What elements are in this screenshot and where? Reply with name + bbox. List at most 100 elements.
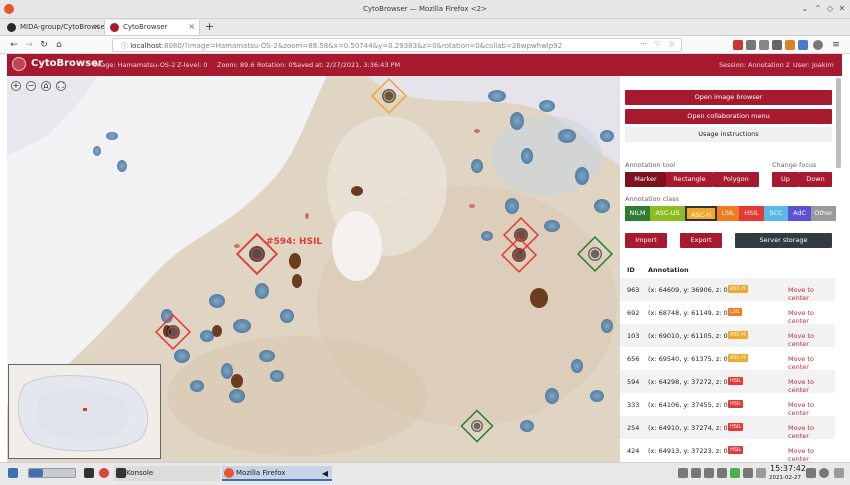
move-to-center-link[interactable]: Move to center	[788, 332, 835, 348]
fullscreen-button[interactable]: ⛶	[56, 81, 66, 91]
move-to-center-link[interactable]: Move to center	[788, 401, 835, 417]
table-row[interactable]: 594 (x: 64298, y: 37272, z: 0) HSIL Move to…	[620, 370, 835, 394]
desktop-1-indicator[interactable]	[29, 469, 43, 477]
taskbar-konsole[interactable]: Konsole	[114, 466, 220, 481]
clock-time[interactable]: 15:37:42	[770, 464, 806, 473]
image-name: Image: Hamamatsu-OS-2	[93, 61, 176, 69]
show-desktop-icon[interactable]	[834, 468, 844, 478]
row-id: 254	[627, 424, 640, 432]
display-icon[interactable]	[717, 468, 727, 478]
move-to-center-link[interactable]: Move to center	[788, 424, 835, 440]
tab-cytobrowser[interactable]: CytoBrowser ×	[104, 20, 200, 35]
keyboard-layout-icon[interactable]	[730, 468, 740, 478]
library-icon[interactable]	[746, 40, 756, 50]
close-tab-icon[interactable]: ×	[93, 22, 100, 31]
table-row[interactable]: 254 (x: 64910, y: 37274, z: 0) HSIL Move to…	[620, 416, 835, 440]
app-launcher-icon[interactable]	[8, 468, 18, 478]
move-to-center-link[interactable]: Move to center	[788, 378, 835, 394]
col-annotation-header: Annotation	[648, 266, 689, 274]
wifi-icon[interactable]	[743, 468, 753, 478]
expand-tray-icon[interactable]	[756, 468, 766, 478]
tool-polygon-button[interactable]: Polygon	[713, 172, 759, 187]
table-row[interactable]: 963 (x: 64609, y: 36906, z: 0) ASC-H Move t…	[620, 278, 835, 302]
url-host: localhost	[130, 42, 162, 50]
move-to-center-link[interactable]: Move to center	[788, 286, 835, 302]
move-to-center-link[interactable]: Move to center	[788, 309, 835, 325]
sidebar-icon[interactable]	[759, 40, 769, 50]
table-row[interactable]: 103 (x: 69010, y: 61105, z: 0) ASC-H Move t…	[620, 324, 835, 348]
focus-down-button[interactable]: Down	[799, 172, 832, 187]
chrome-icon[interactable]	[99, 468, 109, 478]
move-to-center-link[interactable]: Move to center	[788, 355, 835, 371]
power-icon[interactable]	[819, 468, 829, 478]
row-coordinates: (x: 64298, y: 37272, z: 0)	[648, 378, 731, 386]
row-coordinates: (x: 64106, y: 37455, z: 0)	[648, 401, 731, 409]
clock-date[interactable]: 2021-02-27	[769, 474, 801, 482]
import-button[interactable]: Import	[625, 233, 667, 248]
class-ascus-button[interactable]: ASC-US	[650, 206, 685, 221]
export-button[interactable]: Export	[680, 233, 722, 248]
taskbar-firefox[interactable]: Mozilla Firefox ◀	[222, 466, 332, 481]
close-tab-icon[interactable]: ×	[188, 22, 195, 31]
usage-instructions-button[interactable]: Usage instructions	[625, 127, 832, 142]
reload-button[interactable]: ↻	[38, 39, 50, 51]
terminal-icon[interactable]	[84, 468, 94, 478]
tab-github[interactable]: MIDA-group/CytoBrowser ×	[2, 20, 104, 35]
row-class-badge: ASC-H	[728, 285, 748, 293]
panel-scrollbar[interactable]	[836, 78, 841, 168]
class-asch-button[interactable]: ASC-H	[685, 206, 717, 221]
new-tab-button[interactable]: +	[205, 20, 214, 33]
clipboard-icon[interactable]	[678, 468, 688, 478]
firefox-icon	[224, 468, 234, 478]
table-row[interactable]: 424 (x: 64913, y: 37223, z: 0) HSIL Move to…	[620, 439, 835, 462]
account-icon[interactable]	[813, 40, 823, 50]
home-button[interactable]: ⌂	[53, 39, 65, 51]
class-adc-button[interactable]: AdC	[788, 206, 811, 221]
url-bar[interactable]: ⓘ localhost:8080/?image=Hamamatsu-OS-2&z…	[112, 38, 682, 52]
focus-up-button[interactable]: Up	[772, 172, 799, 187]
row-id: 963	[627, 286, 640, 294]
lock-screen-icon[interactable]	[806, 468, 816, 478]
navigator-minimap[interactable]	[8, 364, 161, 459]
forward-button[interactable]: →	[23, 39, 35, 51]
class-lsil-button[interactable]: LSIL	[717, 206, 739, 221]
menu-icon[interactable]: ≡	[830, 39, 842, 51]
table-row[interactable]: 692 (x: 68748, y: 61149, z: 0) LSIL Move to…	[620, 301, 835, 325]
page-actions-icon[interactable]: ···	[640, 40, 647, 48]
table-row[interactable]: 656 (x: 69540, y: 61375, z: 0) ASC-H Move t…	[620, 347, 835, 371]
chevron-up-icon[interactable]: ⌃	[813, 4, 823, 14]
open-collaboration-menu-button[interactable]: Open collaboration menu	[625, 109, 832, 124]
chevron-down-icon[interactable]: ⌄	[800, 4, 810, 14]
change-focus-label: Change focus	[772, 161, 817, 169]
bookmark-star-icon[interactable]: ☆	[669, 40, 675, 48]
volume-icon[interactable]	[704, 468, 714, 478]
zoom-out-button[interactable]: −	[26, 81, 36, 91]
pocket-icon[interactable]: ♡	[655, 40, 661, 48]
notes-icon[interactable]	[691, 468, 701, 478]
class-other-button[interactable]: Other	[811, 206, 836, 221]
home-view-button[interactable]: ⌂	[41, 81, 51, 91]
window-title: CytoBrowser — Mozilla Firefox <2>	[363, 5, 487, 13]
extension-icon[interactable]	[798, 40, 808, 50]
extension-icon[interactable]	[785, 40, 795, 50]
annotation-table-header: ID Annotation	[626, 263, 836, 278]
zoom-in-button[interactable]: +	[11, 81, 21, 91]
close-icon[interactable]: ✕	[837, 4, 847, 14]
download-icon[interactable]	[733, 40, 743, 50]
restore-icon[interactable]: ◇	[825, 4, 835, 14]
table-row[interactable]: 333 (x: 64106, y: 37455, z: 0) HSIL Move to…	[620, 393, 835, 417]
row-class-badge: LSIL	[728, 308, 743, 316]
open-image-browser-button[interactable]: Open image browser	[625, 90, 832, 105]
row-class-badge: HSIL	[728, 377, 744, 385]
tool-marker-button[interactable]: Marker	[625, 172, 666, 187]
server-storage-button[interactable]: Server storage	[735, 233, 832, 248]
class-hsil-button[interactable]: HSIL	[739, 206, 764, 221]
back-button[interactable]: ←	[8, 39, 20, 51]
move-to-center-link[interactable]: Move to center	[788, 447, 835, 462]
row-class-badge: HSIL	[728, 446, 744, 454]
control-panel: Open image browser Open collaboration me…	[620, 76, 842, 462]
class-nilm-button[interactable]: NILM	[625, 206, 650, 221]
extension-icon[interactable]	[772, 40, 782, 50]
tool-rectangle-button[interactable]: Rectangle	[666, 172, 713, 187]
class-scc-button[interactable]: SCC	[764, 206, 788, 221]
